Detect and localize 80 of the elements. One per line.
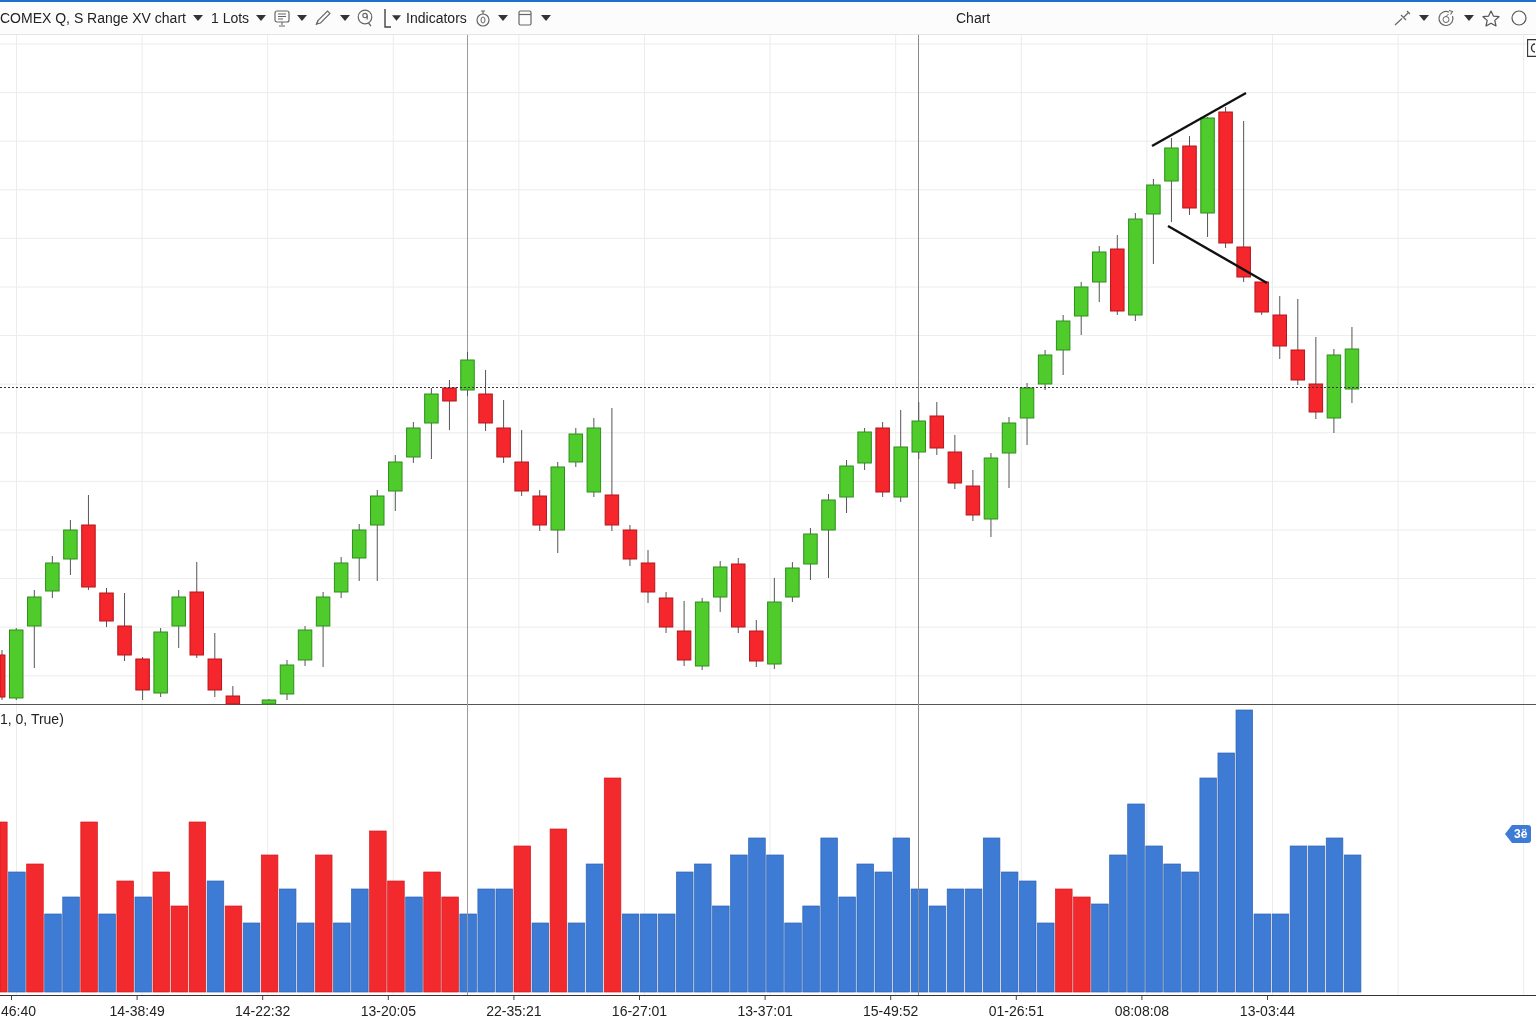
candlestick <box>279 659 295 701</box>
stopwatch-icon[interactable] <box>475 9 490 27</box>
candlestick <box>406 421 421 464</box>
candlestick <box>45 555 60 599</box>
monitor-icon[interactable] <box>274 9 291 27</box>
magnifier-icon[interactable] <box>357 9 374 27</box>
symbol-dropdown[interactable]: COMEX Q, S Range XV chart <box>0 9 203 27</box>
caret-icon[interactable] <box>297 15 308 21</box>
pin-icon[interactable] <box>1394 10 1411 26</box>
candlestick <box>568 427 584 468</box>
candlestick <box>297 625 313 667</box>
candlestick <box>388 454 403 512</box>
caret-icon <box>192 15 203 21</box>
chart-title: Chart <box>956 8 991 28</box>
circle-icon[interactable] <box>1511 10 1527 26</box>
candlestick <box>135 656 150 701</box>
candlestick <box>749 619 764 668</box>
candlestick <box>929 401 945 456</box>
candlestick <box>351 523 367 582</box>
time-label: 08:08:08 <box>1114 1003 1170 1019</box>
axis-icon <box>384 8 392 28</box>
candlestick <box>207 632 223 698</box>
candlestick <box>333 556 349 599</box>
candlestick <box>785 561 800 603</box>
candlestick <box>1092 245 1107 303</box>
candlestick <box>460 351 475 397</box>
caret-icon[interactable] <box>1419 15 1429 21</box>
lots-dropdown[interactable]: 1 Lots <box>210 9 267 27</box>
time-label: 22-35:21 <box>486 1003 542 1019</box>
candlestick <box>857 427 872 471</box>
time-label: 14-22:32 <box>235 1003 291 1019</box>
candlestick <box>1272 295 1287 360</box>
indicators-button[interactable]: Indicators <box>384 8 467 28</box>
candlestick <box>911 401 926 460</box>
candlestick <box>803 527 818 581</box>
candlestick <box>99 587 114 628</box>
time-label: 13-03:44 <box>1239 1003 1296 1019</box>
candlestick <box>1055 314 1071 376</box>
candlestick <box>171 589 186 649</box>
boxed-label-icon <box>1527 39 1536 57</box>
study-label: 1, 0, True) <box>0 711 64 728</box>
candlestick <box>514 429 529 497</box>
candlestick <box>532 489 547 532</box>
candlestick <box>153 627 168 698</box>
caret-icon[interactable] <box>497 15 508 21</box>
time-label: 13-20:05 <box>360 1003 416 1019</box>
candlestick <box>676 600 692 667</box>
candlestick <box>947 434 963 490</box>
star-icon[interactable] <box>1482 9 1500 27</box>
candlestick <box>640 549 656 604</box>
candlestick <box>1254 281 1269 316</box>
candlestick <box>658 591 674 634</box>
candlestick <box>0 649 6 701</box>
time-label: 46:40 <box>1 1003 37 1019</box>
candlestick <box>442 379 457 431</box>
candlestick <box>63 519 78 576</box>
candlestick <box>965 469 981 522</box>
caret-icon <box>256 15 267 21</box>
candlestick <box>839 459 854 514</box>
caret-icon[interactable] <box>340 15 351 21</box>
window-icon[interactable] <box>517 10 532 26</box>
price-badge: 3ë <box>1505 825 1532 843</box>
cycle-icon[interactable] <box>1437 9 1456 27</box>
time-label: 14-38:49 <box>109 1003 165 1019</box>
time-label: 15-49:52 <box>863 1003 919 1019</box>
candlestick <box>496 399 511 464</box>
candlestick <box>478 369 493 432</box>
caret-icon <box>392 15 402 21</box>
time-label: 16-27:01 <box>611 1003 668 1019</box>
caret-icon[interactable] <box>1464 15 1474 21</box>
caret-icon[interactable] <box>540 15 551 21</box>
candlestick <box>1073 281 1089 336</box>
candlestick <box>1037 349 1053 391</box>
time-label: 13-37:01 <box>737 1003 793 1019</box>
time-label: 01-26:51 <box>988 1003 1044 1019</box>
candlestick <box>712 560 728 613</box>
candlestick <box>1019 382 1035 446</box>
candlestick <box>622 524 638 567</box>
candlestick <box>117 592 132 662</box>
pencil-icon[interactable] <box>315 10 332 26</box>
